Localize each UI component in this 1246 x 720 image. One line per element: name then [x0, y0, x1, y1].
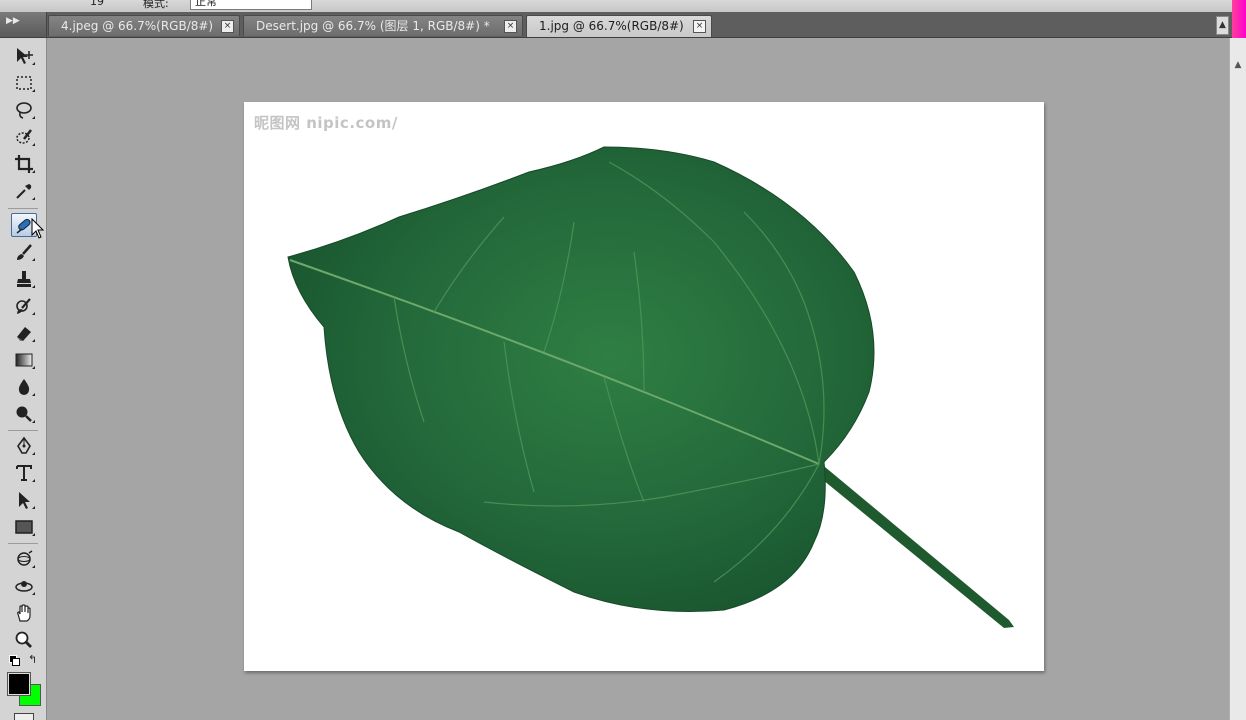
document-canvas[interactable]: 昵图网 nipic.com/ [244, 102, 1044, 671]
eraser-tool-icon[interactable] [11, 321, 37, 345]
toolbox-header[interactable]: ▶▶ [0, 12, 47, 37]
hand-tool-icon[interactable] [11, 601, 37, 625]
3d-orbit-tool-icon[interactable] [11, 574, 37, 598]
rectangle-tool-icon[interactable] [11, 515, 37, 539]
default-colors-icon[interactable] [9, 655, 20, 666]
blur-tool-icon[interactable] [11, 375, 37, 399]
photoshop-window: 19 模式: 正常 ▶▶ 4.jpeg @ 66.7%(RGB/8#) × De… [0, 0, 1246, 720]
pen-tool-icon[interactable] [11, 434, 37, 458]
tab-label: 4.jpeg @ 66.7%(RGB/8#) [61, 19, 214, 33]
quick-mask-icon[interactable] [14, 713, 34, 720]
type-tool-icon[interactable] [11, 461, 37, 485]
tools-panel: ↰ [0, 38, 47, 720]
close-icon[interactable]: × [504, 20, 517, 33]
leaf-image [287, 146, 1014, 628]
zoom-tool-icon[interactable] [11, 628, 37, 652]
mode-select[interactable]: 正常 [190, 0, 312, 10]
tab-desert-jpg[interactable]: Desert.jpg @ 66.7% (图层 1, RGB/8#) * × [243, 15, 523, 36]
tab-4-jpeg[interactable]: 4.jpeg @ 66.7%(RGB/8#) × [48, 15, 240, 36]
tab-1-jpg[interactable]: 1.jpg @ 66.7%(RGB/8#) × [526, 15, 712, 37]
tab-label: Desert.jpg @ 66.7% (图层 1, RGB/8#) * [256, 19, 490, 33]
swap-colors-icon[interactable]: ↰ [28, 653, 37, 666]
brush-size-value[interactable]: 19 [90, 0, 104, 8]
eyedropper-tool-icon[interactable] [11, 179, 37, 203]
vertical-scrollbar[interactable]: ▲ [1229, 38, 1246, 720]
collapse-arrows-icon[interactable]: ▶▶ [6, 16, 20, 26]
lasso-tool-icon[interactable] [11, 98, 37, 122]
move-tool-icon[interactable] [11, 44, 37, 68]
crop-tool-icon[interactable] [11, 152, 37, 176]
external-window-edge [1232, 0, 1246, 40]
gradient-tool-icon[interactable] [11, 348, 37, 372]
foreground-color-swatch[interactable] [7, 672, 31, 696]
history-brush-tool-icon[interactable] [11, 294, 37, 318]
tab-label: 1.jpg @ 66.7%(RGB/8#) [539, 19, 684, 33]
watermark-text: 昵图网 nipic.com/ [254, 114, 398, 132]
3d-rotate-tool-icon[interactable] [11, 547, 37, 571]
scroll-up-arrow-icon[interactable]: ▲ [1232, 60, 1244, 72]
path-selection-tool-icon[interactable] [11, 488, 37, 512]
brush-tool-icon[interactable] [11, 240, 37, 264]
close-icon[interactable]: × [221, 20, 234, 33]
document-workspace: 昵图网 nipic.com/ [47, 38, 1229, 720]
mouse-cursor-icon [31, 218, 45, 239]
marquee-tool-icon[interactable] [11, 71, 37, 95]
close-icon[interactable]: × [693, 20, 706, 33]
mode-label: 模式: [143, 0, 169, 10]
mode-select-value: 正常 [195, 0, 217, 8]
document-tab-bar: ▶▶ 4.jpeg @ 66.7%(RGB/8#) × Desert.jpg @… [0, 12, 1246, 38]
tab-scroll-up-icon[interactable]: ▲ [1216, 16, 1229, 35]
clone-stamp-tool-icon[interactable] [11, 267, 37, 291]
dodge-tool-icon[interactable] [11, 402, 37, 426]
quick-selection-tool-icon[interactable] [11, 125, 37, 149]
